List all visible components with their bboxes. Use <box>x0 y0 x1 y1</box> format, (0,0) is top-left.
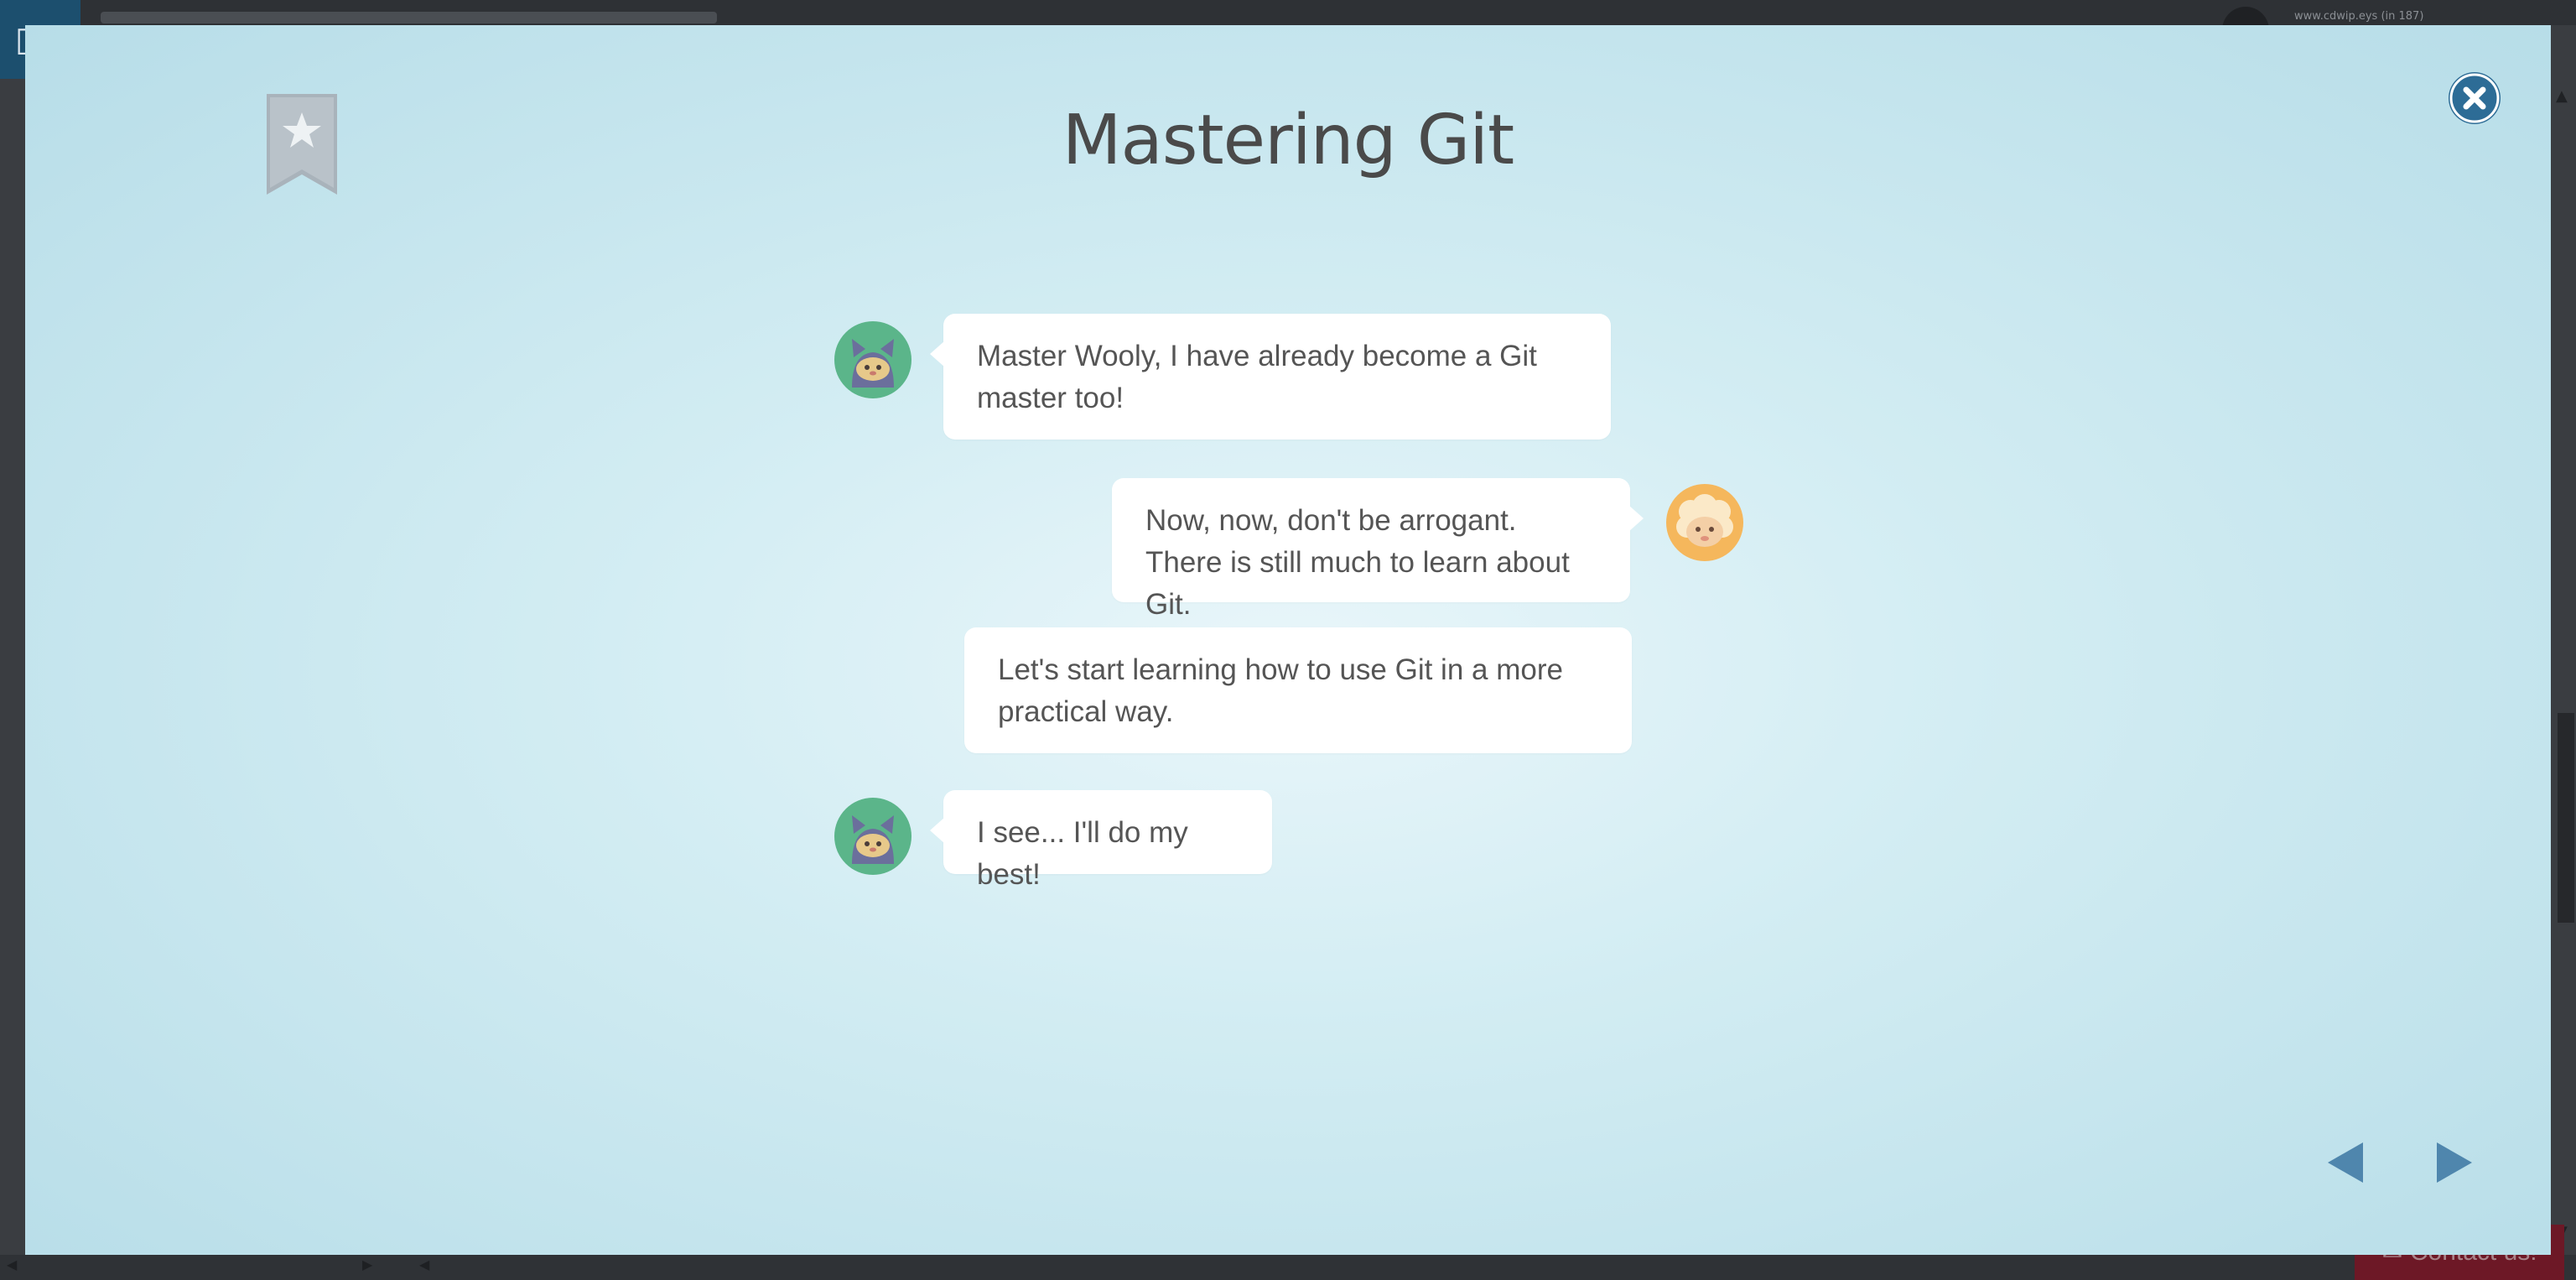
chat-bubble: Let's start learning how to use Git in a… <box>964 627 1632 753</box>
triangle-left-icon[interactable] <box>2323 1137 2373 1188</box>
background-user-text: www.cdwip.eys (in 187) <box>2294 10 2424 23</box>
triangle-right-icon[interactable] <box>2427 1137 2477 1188</box>
sheep-avatar-icon <box>1665 483 1744 562</box>
chat-bubble: Now, now, don't be arrogant. There is st… <box>1112 478 1644 621</box>
scrollbar-thumb[interactable] <box>2558 713 2574 923</box>
page-title: Mastering Git <box>1062 101 1514 180</box>
horizontal-scrollbar[interactable] <box>0 1255 2576 1280</box>
chat-bubble: I see... I'll do my best! <box>930 790 1272 891</box>
close-icon[interactable] <box>2449 72 2501 124</box>
scroll-right-arrow-icon[interactable]: ▶ <box>362 1257 372 1272</box>
background-search-bar <box>101 12 717 23</box>
scroll-up-arrow-icon[interactable]: ▲ <box>2556 87 2568 105</box>
chat-bubble: Master Wooly, I have already become a Gi… <box>930 314 1611 440</box>
lesson-modal: Mastering Git Master Wooly, I have alrea… <box>25 25 2551 1255</box>
scroll-left-arrow-icon[interactable]: ◀ <box>7 1257 17 1272</box>
scroll-left-arrow-icon[interactable]: ◀ <box>419 1257 429 1272</box>
cat-avatar-icon <box>834 320 912 399</box>
cat-avatar-icon <box>834 797 912 876</box>
